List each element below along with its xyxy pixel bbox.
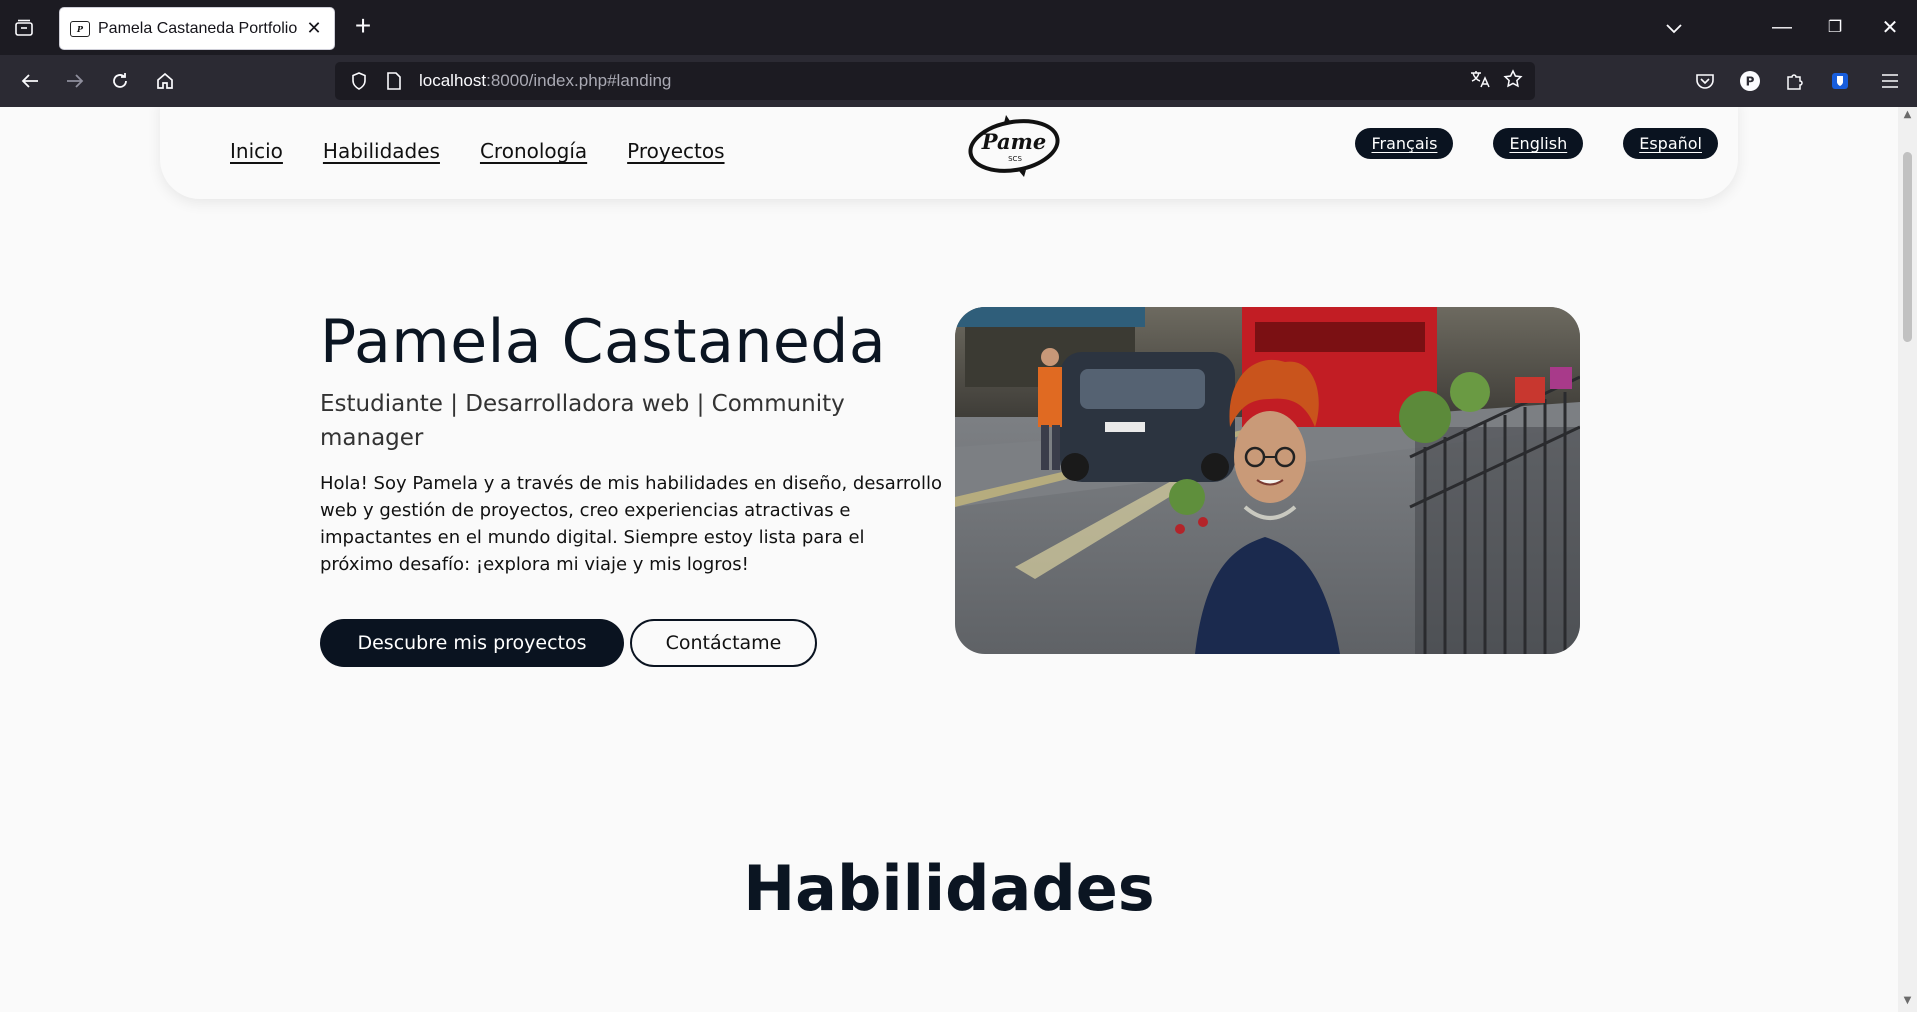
address-bar[interactable]: localhost:8000/index.php#landing bbox=[335, 62, 1535, 100]
logo-subtext: SCS bbox=[1008, 155, 1022, 163]
browser-nav-bar: localhost:8000/index.php#landing P bbox=[0, 55, 1917, 107]
hero-subtitle: Estudiante | Desarrolladora web | Commun… bbox=[320, 391, 845, 451]
browser-tab-bar: P Pamela Castaneda Portfolio ✕ + — ❐ ✕ bbox=[0, 0, 1917, 55]
nav-link-habilidades[interactable]: Habilidades bbox=[323, 139, 440, 163]
hero-name: Pamela Castaneda bbox=[320, 307, 887, 377]
tracking-shield-icon[interactable] bbox=[345, 71, 373, 91]
reload-icon[interactable] bbox=[105, 66, 135, 96]
scroll-down-arrow-icon[interactable]: ▼ bbox=[1902, 995, 1913, 1006]
language-switcher: Français English Español bbox=[1355, 128, 1718, 159]
tab-title: Pamela Castaneda Portfolio bbox=[98, 19, 298, 37]
hero-photo bbox=[955, 307, 1580, 654]
window-close-button[interactable]: ✕ bbox=[1870, 10, 1910, 44]
profile-avatar-icon[interactable]: P bbox=[1735, 66, 1765, 96]
window-restore-button[interactable]: ❐ bbox=[1815, 10, 1855, 44]
site-logo[interactable]: Pame SCS bbox=[966, 111, 1062, 181]
nav-link-proyectos[interactable]: Proyectos bbox=[627, 139, 724, 163]
tab-list-icon[interactable] bbox=[10, 14, 38, 42]
hero-description: Hola! Soy Pamela y a través de mis habil… bbox=[320, 473, 942, 575]
scrollbar-thumb[interactable] bbox=[1903, 152, 1912, 342]
skills-section-title: Habilidades bbox=[743, 852, 1155, 925]
page-viewport: Inicio Habilidades Cronología Proyectos … bbox=[0, 107, 1898, 1012]
main-nav: Inicio Habilidades Cronología Proyectos bbox=[230, 139, 725, 163]
nav-link-cronologia[interactable]: Cronología bbox=[480, 139, 587, 163]
svg-text:P: P bbox=[1746, 75, 1755, 89]
browser-tab-active[interactable]: P Pamela Castaneda Portfolio ✕ bbox=[59, 7, 335, 50]
tab-close-icon[interactable]: ✕ bbox=[304, 18, 324, 39]
discover-projects-button[interactable]: Descubre mis proyectos bbox=[320, 619, 624, 667]
url-text[interactable]: localhost:8000/index.php#landing bbox=[419, 71, 671, 91]
lang-button-english[interactable]: English bbox=[1493, 128, 1584, 159]
new-tab-button[interactable]: + bbox=[348, 12, 378, 42]
extensions-puzzle-icon[interactable] bbox=[1780, 66, 1810, 96]
logo-wordmark: Pame bbox=[981, 129, 1046, 154]
pocket-icon[interactable] bbox=[1690, 66, 1720, 96]
nav-link-inicio[interactable]: Inicio bbox=[230, 139, 283, 163]
lang-button-espanol[interactable]: Español bbox=[1623, 128, 1718, 159]
window-minimize-button[interactable]: — bbox=[1762, 10, 1802, 44]
url-host: localhost bbox=[419, 71, 487, 90]
site-favicon-icon: P bbox=[70, 20, 90, 37]
back-arrow-icon[interactable] bbox=[15, 66, 45, 96]
scroll-up-arrow-icon[interactable]: ▲ bbox=[1902, 109, 1913, 120]
bitwarden-extension-icon[interactable] bbox=[1825, 66, 1855, 96]
contact-button[interactable]: Contáctame bbox=[630, 619, 817, 667]
site-header: Inicio Habilidades Cronología Proyectos … bbox=[160, 107, 1738, 199]
lang-button-francais[interactable]: Français bbox=[1355, 128, 1454, 159]
home-icon[interactable] bbox=[150, 66, 180, 96]
translate-icon[interactable] bbox=[1469, 69, 1491, 93]
tab-overflow-chevron-icon[interactable] bbox=[1660, 14, 1688, 42]
url-path: :8000/index.php#landing bbox=[486, 71, 672, 90]
bookmark-star-icon[interactable] bbox=[1503, 69, 1523, 93]
forward-arrow-icon[interactable] bbox=[60, 66, 90, 96]
page-scrollbar[interactable]: ▲ ▼ bbox=[1898, 107, 1917, 1012]
app-menu-icon[interactable] bbox=[1875, 66, 1905, 96]
page-info-icon[interactable] bbox=[383, 71, 405, 91]
